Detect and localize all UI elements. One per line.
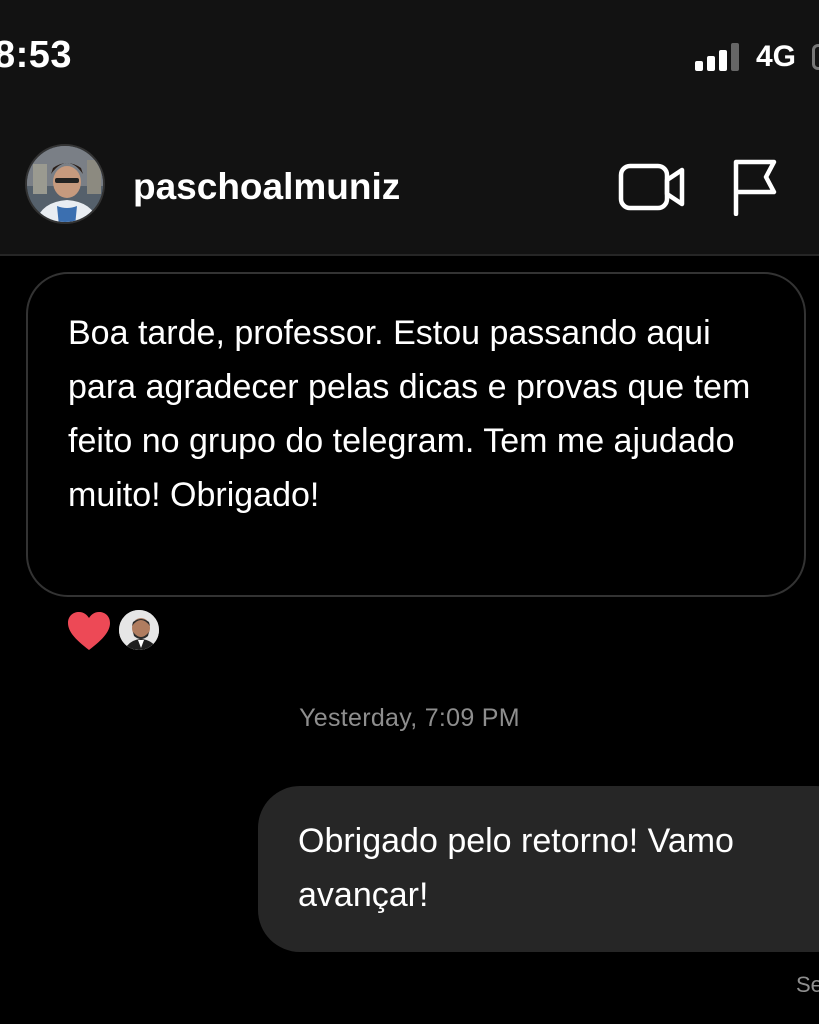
status-time: 8:53	[0, 34, 73, 76]
incoming-message-text: Boa tarde, professor. Estou passando aqu…	[68, 314, 751, 514]
heart-reaction-icon[interactable]	[66, 610, 112, 652]
flag-icon[interactable]	[730, 158, 782, 216]
battery-icon	[812, 44, 819, 70]
outgoing-message-bubble[interactable]: Obrigado pelo retorno! Vamo avançar!	[258, 786, 819, 952]
profile-avatar[interactable]	[25, 144, 105, 224]
outgoing-message-line-1: Obrigado pelo retorno! Vamo	[298, 822, 734, 860]
signal-bars-icon	[695, 43, 739, 71]
incoming-message-bubble[interactable]: Boa tarde, professor. Estou passando aqu…	[26, 272, 806, 597]
header-divider	[0, 254, 819, 256]
network-type: 4G	[756, 40, 797, 73]
seen-status: Se	[796, 972, 819, 997]
top-bar	[0, 0, 819, 255]
reactor-avatar[interactable]	[117, 608, 161, 652]
chat-username[interactable]: paschoalmuniz	[133, 166, 400, 208]
video-call-icon[interactable]	[618, 160, 686, 214]
outgoing-message-line-2: avançar!	[298, 876, 429, 914]
message-timestamp: Yesterday, 7:09 PM	[299, 704, 520, 732]
reactor-avatar-image	[119, 610, 159, 650]
outgoing-message-text: Obrigado pelo retorno! Vamo avançar!	[298, 814, 819, 922]
